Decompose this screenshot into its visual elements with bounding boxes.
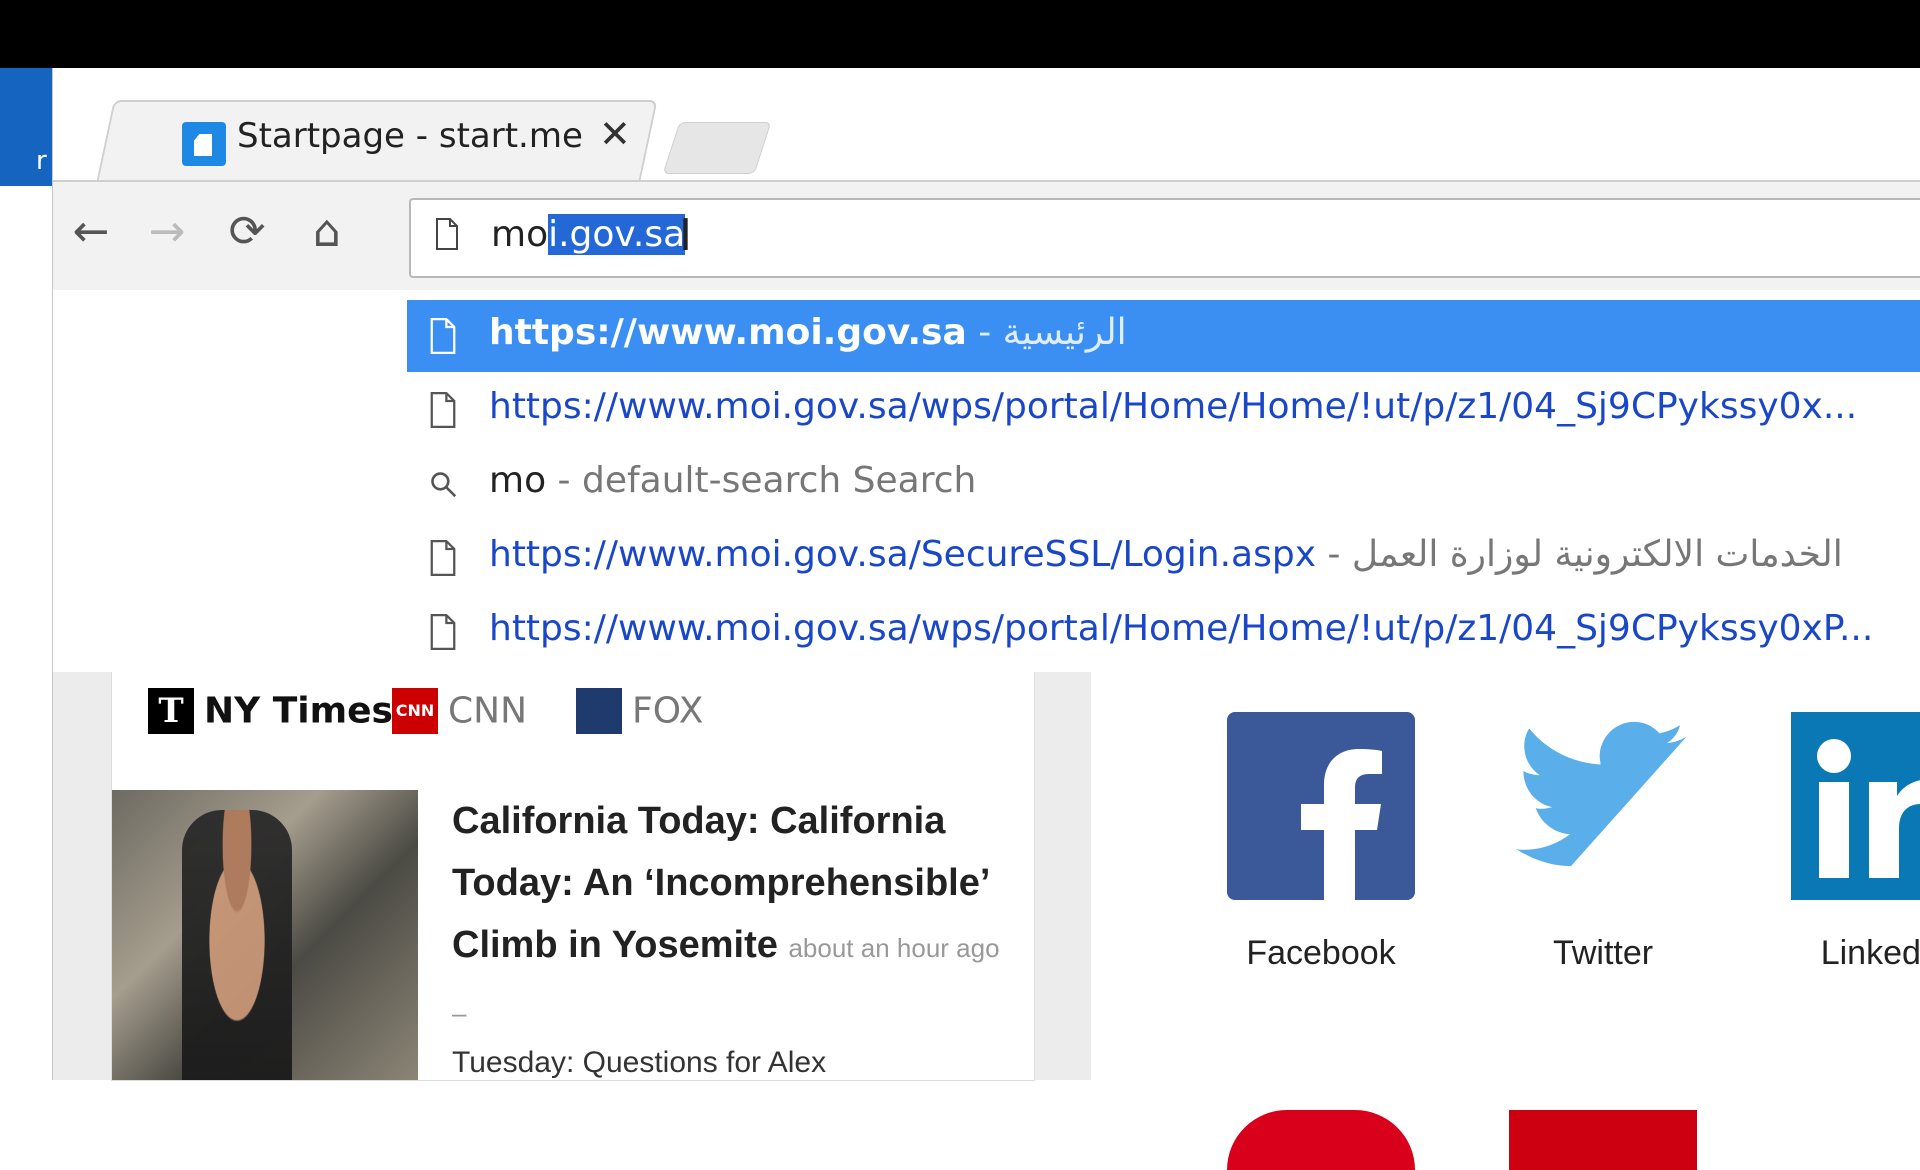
suggestion-url: https://www.moi.gov.sa/wps/portal/Home/H…	[489, 386, 1858, 427]
article-headline[interactable]: California Today: California Today: An ‘…	[452, 790, 1012, 1044]
page-icon	[430, 318, 456, 354]
startme-favicon-icon	[182, 122, 226, 166]
source-label: CNN	[448, 690, 527, 732]
article-photo[interactable]	[112, 790, 418, 1080]
typed-text: mo	[491, 214, 549, 255]
page-icon	[430, 392, 456, 428]
suggestion-item[interactable]: https://www.moi.gov.sa - الرئيسية	[407, 300, 1920, 372]
address-text[interactable]: moi.gov.sa	[491, 214, 686, 255]
autocomplete-selection: i.gov.sa	[548, 214, 686, 255]
suggestion-item[interactable]: https://www.moi.gov.sa/wps/portal/Home/H…	[407, 374, 1920, 446]
suggestion-desc: - الخدمات الالكترونية لوزارة العمل	[1316, 534, 1843, 575]
pinterest-icon[interactable]	[1227, 1110, 1415, 1170]
suggestion-url: https://www.moi.gov.sa	[489, 312, 967, 353]
desktop-edge	[0, 68, 52, 1080]
startpage-content: T NY Times CNN CNN FOX California Today: C…	[53, 672, 1920, 1170]
youtube-icon[interactable]	[1509, 1110, 1697, 1170]
source-tab-cnn[interactable]: CNN CNN	[392, 688, 527, 746]
suggestion-item[interactable]: mo - default-search Search	[407, 448, 1920, 520]
source-label: FOX	[632, 690, 704, 732]
desktop-edge-letter: r	[36, 146, 47, 176]
nytimes-logo-icon: T	[148, 688, 194, 734]
news-widget: T NY Times CNN CNN FOX California Today: C…	[111, 672, 1035, 1081]
source-label: NY Times	[204, 690, 393, 732]
source-tab-nytimes[interactable]: T NY Times	[148, 688, 393, 746]
linkedin-icon[interactable]	[1791, 712, 1920, 900]
cnn-logo-icon: CNN	[392, 688, 438, 734]
suggestion-text: https://www.moi.gov.sa/SecureSSL/Login.a…	[489, 534, 1843, 575]
home-icon[interactable]: ⌂	[301, 206, 353, 258]
screen-top-bar	[0, 0, 1920, 68]
omnibox-suggestions: https://www.moi.gov.sa - الرئيسية https:…	[53, 290, 1920, 672]
suggestion-text: https://www.moi.gov.sa - الرئيسية	[489, 312, 1127, 353]
suggestion-url: https://www.moi.gov.sa/SecureSSL/Login.a…	[489, 534, 1317, 575]
reload-icon[interactable]: ⟳	[221, 206, 273, 258]
climber-figure	[182, 810, 292, 1080]
page-icon	[430, 614, 456, 650]
tab-title: Startpage - start.me	[237, 116, 583, 156]
suggestion-text: mo - default-search Search	[489, 460, 976, 501]
facebook-icon[interactable]	[1227, 712, 1415, 900]
page-icon	[430, 540, 456, 576]
search-icon	[431, 472, 457, 498]
fox-logo-icon	[576, 688, 622, 734]
bookmarks-widget: Facebook Twitter LinkedIn	[1091, 672, 1920, 1170]
bookmark-label[interactable]: Twitter	[1493, 934, 1713, 973]
new-tab-button[interactable]	[662, 122, 772, 174]
suggestion-desc: - الرئيسية	[966, 312, 1127, 353]
suggestion-desc: - default-search Search	[546, 460, 977, 501]
article-snippet: Tuesday: Questions for Alex	[452, 1046, 827, 1079]
browser-toolbar: ← → ⟳ ⌂ moi.gov.sa I	[53, 180, 1920, 290]
address-bar[interactable]: moi.gov.sa I	[409, 198, 1920, 278]
suggestion-url: https://www.moi.gov.sa/wps/portal/Home/H…	[489, 608, 1874, 649]
tab-content: Startpage - start.me ✕	[117, 100, 657, 180]
suggestion-item[interactable]: https://www.moi.gov.sa/wps/portal/Home/H…	[407, 596, 1920, 668]
bookmark-label[interactable]: Facebook	[1211, 934, 1431, 973]
close-icon[interactable]: ✕	[599, 112, 631, 156]
bookmark-label[interactable]: LinkedIn	[1775, 934, 1920, 973]
suggestion-query: mo	[489, 460, 547, 501]
back-arrow-icon[interactable]: ←	[65, 206, 117, 258]
source-tab-fox[interactable]: FOX	[576, 688, 703, 746]
forward-arrow-icon[interactable]: →	[141, 206, 193, 258]
text-cursor-icon: I	[679, 210, 692, 261]
browser-window: Startpage - start.me ✕ ← → ⟳ ⌂ moi.gov.s…	[52, 68, 1920, 1170]
twitter-icon[interactable]	[1509, 712, 1697, 900]
suggestion-item[interactable]: https://www.moi.gov.sa/SecureSSL/Login.a…	[407, 522, 1920, 594]
page-icon	[436, 218, 458, 250]
tab-strip: Startpage - start.me ✕	[53, 68, 1920, 182]
